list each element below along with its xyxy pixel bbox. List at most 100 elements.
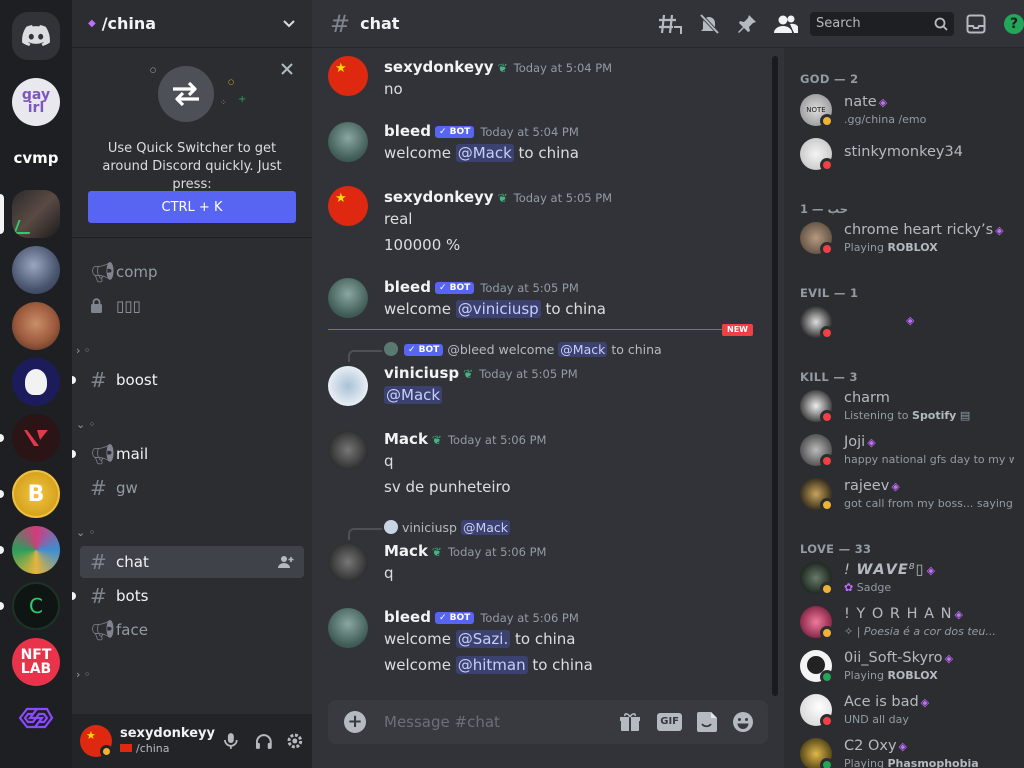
- message[interactable]: bleed ✓ BOT Today at 5:04 PM welcome @Mack…: [328, 122, 758, 168]
- channel-boost[interactable]: # boost: [80, 364, 304, 396]
- bot-avatar[interactable]: [328, 608, 368, 648]
- author-name[interactable]: sexydonkeyy: [384, 58, 494, 76]
- author-name[interactable]: bleed: [384, 608, 431, 626]
- server-9[interactable]: [12, 526, 60, 574]
- gif-button[interactable]: GIF: [657, 713, 682, 731]
- user-mention[interactable]: @Sazi.: [455, 630, 511, 648]
- category-header[interactable]: ⌄ ◦: [76, 418, 95, 431]
- member-item[interactable]: Joji ◈ happy national gfs day to my w...: [800, 430, 1020, 472]
- invite-member-icon[interactable]: [278, 555, 294, 569]
- author-avatar[interactable]: ★: [328, 56, 368, 96]
- message[interactable]: bleed ✓ BOT Today at 5:06 PM welcome @Sazi…: [328, 608, 758, 680]
- server-gay-irl[interactable]: gay irl: [12, 78, 60, 126]
- member-item[interactable]: NOTE nate ◈ .gg/china /emo: [800, 90, 1020, 132]
- channel-gw[interactable]: # gw: [80, 472, 304, 504]
- server-nft-lab[interactable]: NFT LAB: [12, 638, 60, 686]
- bot-avatar[interactable]: [328, 278, 368, 318]
- channel-bots[interactable]: # bots: [80, 580, 304, 612]
- channel-face[interactable]: 📢︎ face: [80, 614, 304, 646]
- member-item[interactable]: Ace is bad ◈ UND all day: [800, 690, 1020, 732]
- search-input[interactable]: Search: [816, 16, 934, 31]
- user-mention[interactable]: @Mack: [384, 386, 443, 404]
- quick-switcher-shortcut-button[interactable]: CTRL + K: [88, 191, 296, 223]
- member-item[interactable]: 0ii_Soft-Skyro ◈ Playing ROBLOX: [800, 646, 1020, 688]
- bot-avatar[interactable]: [328, 122, 368, 162]
- author-avatar[interactable]: ★: [328, 186, 368, 226]
- member-list-icon[interactable]: [774, 14, 798, 34]
- scrollbar-thumb[interactable]: [772, 56, 778, 696]
- author-name[interactable]: viniciusp: [384, 364, 459, 382]
- member-item[interactable]: ! 𝙒𝘼𝙑𝙀⁸▯ ◈ ✿ Sadge: [800, 558, 1020, 600]
- server-boost-icon: ◈: [898, 740, 908, 753]
- member-item[interactable]: rajeev ◈ got call from my boss... saying …: [800, 474, 1020, 516]
- member-status: .gg/china /emo: [844, 113, 927, 126]
- server-boost-icon: ◈: [920, 696, 930, 709]
- user-avatar[interactable]: ★: [80, 725, 113, 758]
- server-header[interactable]: ◆ /china: [72, 0, 312, 48]
- upload-plus-icon[interactable]: +: [344, 711, 366, 733]
- reply-preview[interactable]: ✓ BOT @bleed welcome @Mack to china: [384, 342, 662, 357]
- author-avatar[interactable]: [328, 542, 368, 582]
- user-mention[interactable]: @viniciusp: [455, 300, 541, 318]
- author-name[interactable]: Mack: [384, 430, 428, 448]
- emoji-icon[interactable]: [732, 711, 754, 733]
- user-mention[interactable]: @hitman: [455, 656, 528, 674]
- category-header[interactable]: › ◦: [76, 668, 90, 681]
- member-item[interactable]: chrome heart ricky’s ◈ Playing ROBLOX: [800, 218, 1020, 260]
- reply-preview[interactable]: viniciusp @Mack: [384, 520, 511, 535]
- server-7[interactable]: [12, 414, 60, 462]
- member-item[interactable]: ◈: [800, 302, 1020, 344]
- author-avatar[interactable]: [328, 430, 368, 470]
- category-header[interactable]: › ◦: [76, 344, 90, 357]
- channel-comp[interactable]: 📢︎ comp: [80, 256, 304, 288]
- inbox-icon[interactable]: [966, 14, 986, 34]
- megaphone-icon: 📢︎: [90, 260, 116, 284]
- microphone-icon[interactable]: [223, 732, 239, 750]
- user-mention[interactable]: @Mack: [558, 342, 608, 357]
- message-text: welcome @Sazi. to china: [384, 630, 575, 648]
- user-mention[interactable]: @Mack: [460, 520, 511, 535]
- author-name[interactable]: bleed: [384, 122, 431, 140]
- server-4[interactable]: [12, 246, 60, 294]
- message-input[interactable]: Message #chat: [384, 713, 619, 731]
- message[interactable]: ★ sexydonkeyy ❦ Today at 5:05 PM real 1000…: [328, 186, 758, 258]
- headphones-icon[interactable]: [255, 733, 273, 749]
- gift-icon[interactable]: [619, 712, 641, 732]
- notification-muted-icon[interactable]: [698, 13, 720, 35]
- chat-scrollbar[interactable]: [772, 56, 778, 696]
- settings-gear-icon[interactable]: [286, 732, 304, 750]
- channel-mail[interactable]: 📢︎ mail: [80, 438, 304, 470]
- message[interactable]: ★ sexydonkeyy ❦ Today at 5:04 PM no: [328, 56, 758, 106]
- server-12[interactable]: [12, 694, 60, 742]
- channel-chat[interactable]: # chat: [80, 546, 304, 578]
- member-item[interactable]: ! Y O R H A N ◈ ✧ | Poesia é a cor dos te…: [800, 602, 1020, 644]
- close-icon[interactable]: [280, 62, 294, 76]
- help-icon[interactable]: ?: [1004, 13, 1024, 34]
- search-box[interactable]: Search: [810, 11, 954, 36]
- threads-icon[interactable]: [658, 13, 682, 35]
- sticker-icon[interactable]: [696, 711, 718, 733]
- member-item[interactable]: charm Listening to Spotify ▤: [800, 386, 1020, 428]
- server-10[interactable]: C: [12, 582, 60, 630]
- server-5[interactable]: [12, 302, 60, 350]
- hash-icon: #: [90, 550, 107, 574]
- member-item[interactable]: stinkymonkey34: [800, 134, 1020, 176]
- server-cvmp[interactable]: cvmp: [12, 134, 60, 182]
- user-mention[interactable]: @Mack: [455, 144, 514, 162]
- author-name[interactable]: bleed: [384, 278, 431, 296]
- author-name[interactable]: sexydonkeyy: [384, 188, 494, 206]
- author-name[interactable]: Mack: [384, 542, 428, 560]
- message[interactable]: Mack ❦ Today at 5:06 PM q sv de punheteiro: [328, 430, 758, 500]
- server-6[interactable]: [12, 358, 60, 406]
- server-china[interactable]: [12, 190, 60, 238]
- home-discord-button[interactable]: [12, 12, 60, 60]
- author-avatar[interactable]: [328, 366, 368, 406]
- message[interactable]: bleed ✓ BOT Today at 5:05 PM welcome @vini…: [328, 278, 758, 324]
- category-header[interactable]: ⌄ ◦: [76, 526, 95, 539]
- message[interactable]: viniciusp @Mack Mack ❦ Today at 5:06 PM q: [328, 520, 758, 586]
- message[interactable]: ✓ BOT @bleed welcome @Mack to china vini…: [328, 342, 758, 408]
- member-item[interactable]: C2 Oxy ◈ Playing Phasmophobia: [800, 734, 1020, 768]
- server-8[interactable]: B: [12, 470, 60, 518]
- channel-locked[interactable]: ▯▯▯: [80, 290, 304, 322]
- pinned-messages-icon[interactable]: [736, 13, 758, 35]
